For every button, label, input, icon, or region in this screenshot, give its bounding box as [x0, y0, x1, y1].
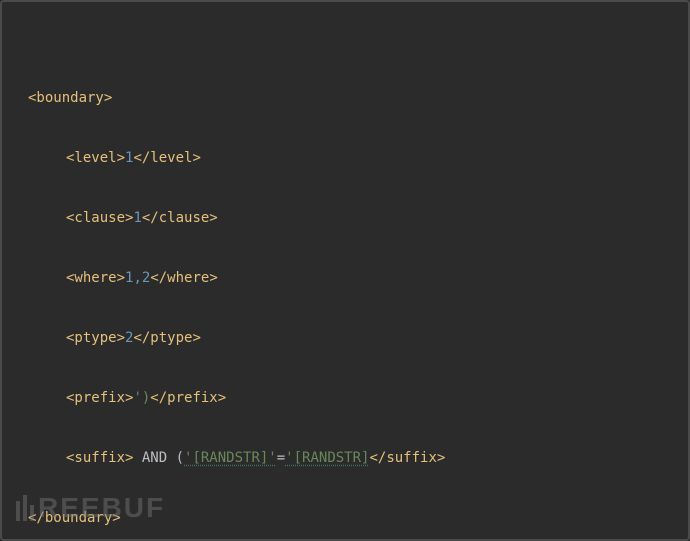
code-line: <where>1,2</where> — [2, 268, 688, 288]
code-line: <clause>1</clause> — [2, 208, 688, 228]
code-line: <ptype>2</ptype> — [2, 328, 688, 348]
code-line: <level>1</level> — [2, 148, 688, 168]
close-tag: </boundary> — [28, 510, 121, 526]
code-line: </boundary> — [2, 508, 688, 528]
open-tag: <boundary> — [28, 90, 112, 106]
code-line: <boundary> — [2, 88, 688, 108]
code-editor[interactable]: <boundary> <level>1</level> <clause>1</c… — [0, 0, 690, 541]
code-line: <suffix> AND ('[RANDSTR]'='[RANDSTR]</su… — [2, 448, 688, 468]
code-line: <prefix>')</prefix> — [2, 388, 688, 408]
